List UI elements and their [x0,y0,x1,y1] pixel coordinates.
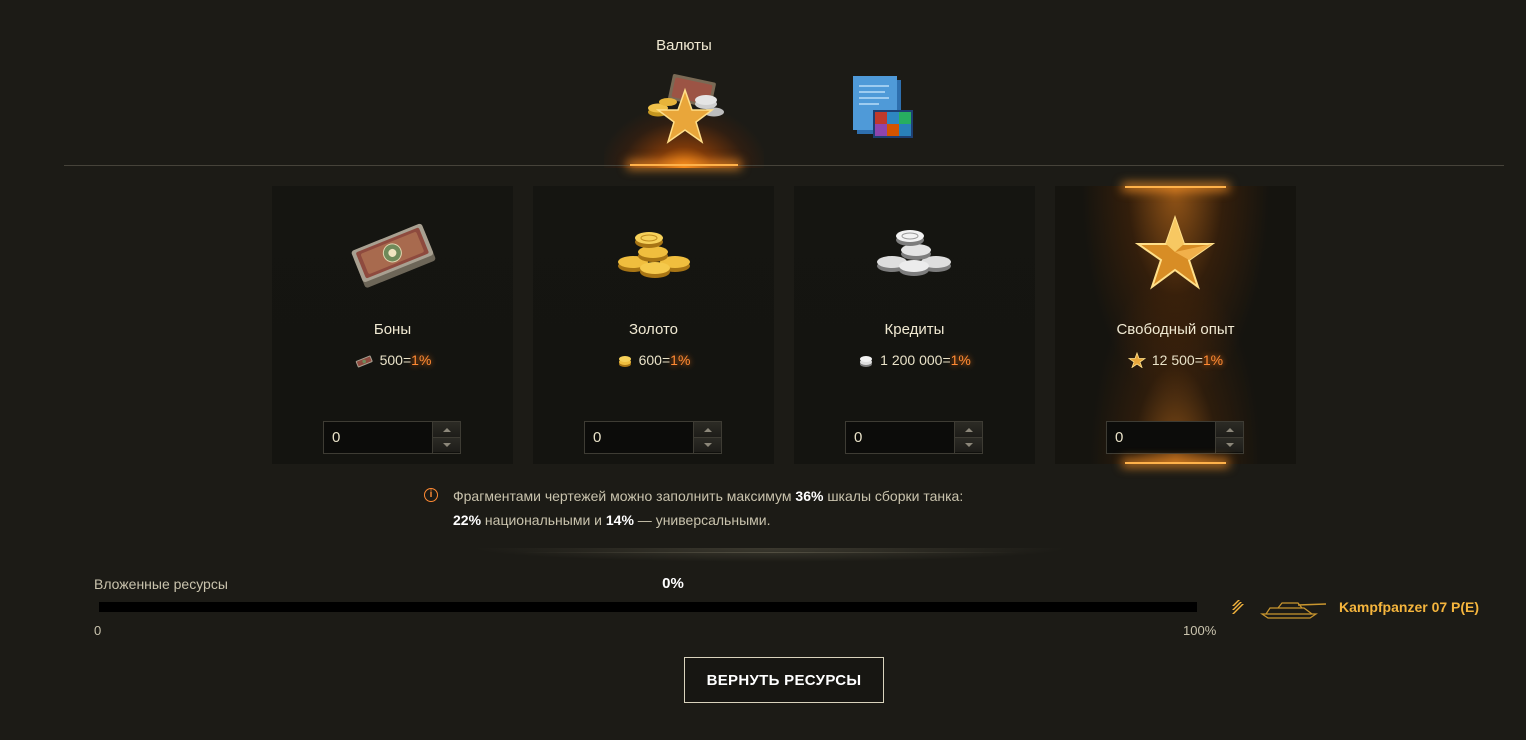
tab-currencies[interactable]: Валюты [594,0,774,168]
section-separator [520,552,1020,553]
credits-mini-icon [860,356,873,367]
tier-icon [1232,600,1244,614]
rate-equals: = [942,352,951,368]
section-separator-glow [470,548,1070,562]
card-title: Золото [628,321,679,338]
progress-bar [99,602,1197,612]
rate-percent: 1% [950,352,971,368]
increment-button[interactable] [433,422,460,437]
rate-equals: = [1194,352,1203,368]
free-xp-icon [1134,214,1216,290]
stepper-buttons [432,422,460,453]
chevron-down-icon [964,443,973,447]
tank-icon [1260,602,1327,619]
stepper-buttons [1215,422,1243,453]
gold-icon [618,232,690,278]
info-note-line-2: 22% национальными и 14% — универсальными… [453,512,771,528]
card-gold[interactable]: Золото 600=1% [533,186,774,464]
info-icon: i [424,488,438,502]
free-xp-mini-icon [1127,352,1146,368]
card-rate: 12 500=1% [1055,352,1296,368]
card-title: Кредиты [884,321,945,338]
chevron-up-icon [964,427,973,432]
rate-percent: 1% [670,352,691,368]
rate-equals: = [661,352,671,368]
rate-amount: 600 [638,352,662,368]
card-credits[interactable]: Кредиты 1 200 000=1% [794,186,1035,464]
bonds-amount-input[interactable] [324,422,433,453]
increment-button[interactable] [955,422,982,437]
invested-resources-label: Вложенные ресурсы [94,576,228,592]
rate-amount: 500 [379,352,403,368]
rate-amount: 12 500 [1151,352,1195,368]
increment-button[interactable] [694,422,721,437]
tab-currencies-label: Валюты [656,37,712,54]
tab-blueprints[interactable] [794,0,974,166]
card-rate: 600=1% [533,352,774,368]
info-note-line-1: Фрагментами чертежей можно заполнить мак… [453,488,964,504]
chevron-down-icon [703,443,712,447]
bonds-mini-icon [355,355,373,368]
progress-max-label: 100% [1183,623,1217,638]
free-xp-stepper[interactable] [1106,421,1244,454]
blueprints-icon [853,76,913,138]
currencies-icon [648,74,724,144]
card-bonds[interactable]: Боны 500=1% [272,186,513,464]
card-rate: 1 200 000=1% [794,352,1035,368]
card-title: Боны [373,321,412,338]
credits-icon [877,230,951,276]
rate-percent: 1% [1202,352,1224,368]
progress-min-label: 0 [94,623,102,638]
rate-percent: 1% [411,352,432,368]
gold-mini-icon [618,356,631,367]
gold-stepper[interactable] [584,421,722,454]
free-xp-amount-input[interactable] [1107,422,1216,453]
chevron-down-icon [442,443,451,447]
chevron-down-icon [1225,443,1234,447]
tank-name: Kampfpanzer 07 P(E) [1339,599,1480,615]
chevron-up-icon [703,427,712,432]
card-free-xp[interactable]: Свободный опыт 12 500=1% [1055,186,1296,464]
card-title: Свободный опыт [1116,321,1235,338]
decrement-button[interactable] [1216,437,1243,452]
bonds-icon [351,223,436,288]
decrement-button[interactable] [694,437,721,452]
stepper-buttons [954,422,982,453]
bonds-stepper[interactable] [323,421,461,454]
rate-amount: 1 200 000 [880,352,943,368]
info-note-text: Фрагментами чертежей можно заполнить мак… [453,484,963,532]
rate-equals: = [402,352,412,368]
credits-amount-input[interactable] [846,422,955,453]
increment-button[interactable] [1216,422,1243,437]
tab-bar: Валюты [0,0,1526,168]
invested-percent: 0% [662,575,684,592]
chevron-up-icon [442,427,451,432]
tabs-divider [64,165,1504,166]
gold-amount-input[interactable] [585,422,694,453]
decrement-button[interactable] [955,437,982,452]
card-rate: 500=1% [272,352,513,368]
credits-stepper[interactable] [845,421,983,454]
chevron-up-icon [1225,427,1234,432]
decrement-button[interactable] [433,437,460,452]
tabs-active-indicator [630,164,738,166]
return-resources-button[interactable]: ВЕРНУТЬ РЕСУРСЫ [684,657,884,703]
stepper-buttons [693,422,721,453]
